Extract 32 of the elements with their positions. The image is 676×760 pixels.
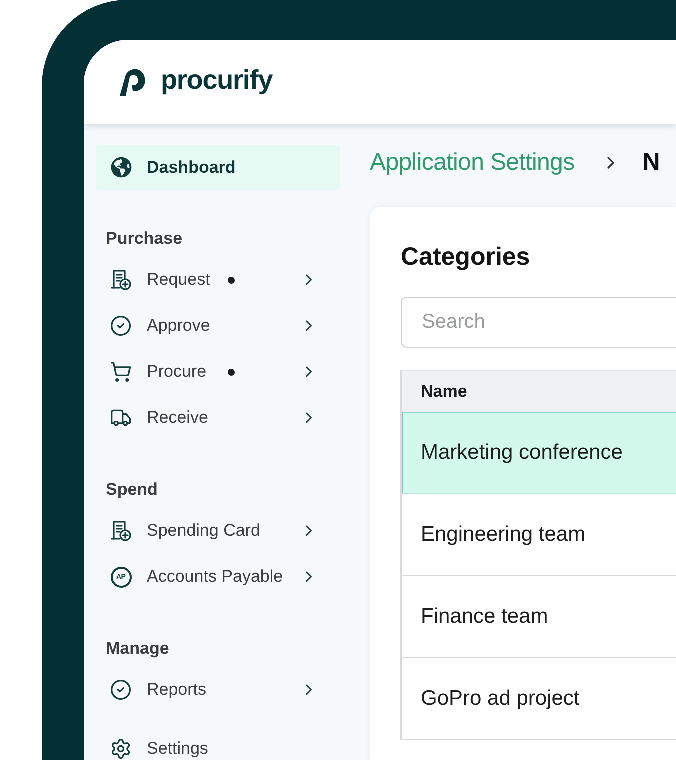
search-field[interactable]: Search bbox=[401, 297, 676, 348]
check-circle-icon bbox=[110, 315, 132, 337]
cart-icon bbox=[110, 361, 132, 383]
sidebar-item[interactable]: Approve bbox=[96, 303, 340, 349]
sidebar-item[interactable]: Reports bbox=[96, 667, 340, 713]
receipt-plus-icon bbox=[110, 520, 132, 542]
receipt-plus-icon bbox=[110, 269, 132, 291]
table-row[interactable]: Engineering team bbox=[402, 494, 676, 576]
section-heading: Manage bbox=[105, 638, 170, 660]
column-header: Name bbox=[402, 370, 676, 412]
truck-icon bbox=[110, 407, 132, 429]
card-title: Categories bbox=[401, 242, 532, 272]
sidebar-item[interactable]: Dashboard bbox=[96, 145, 340, 190]
globe-icon bbox=[110, 157, 132, 178]
section-heading: Spend bbox=[105, 479, 159, 501]
sidebar-item[interactable]: Procure bbox=[96, 349, 340, 395]
table-row[interactable]: Marketing conference bbox=[402, 412, 676, 494]
table-cell: Engineering team bbox=[421, 522, 586, 546]
section-heading: Purchase bbox=[105, 228, 184, 250]
sidebar-item[interactable]: Settings bbox=[96, 726, 340, 760]
table-cell: GoPro ad project bbox=[421, 686, 580, 710]
table-row[interactable]: GoPro ad project bbox=[402, 658, 676, 740]
table-cell: Marketing conference bbox=[421, 440, 623, 464]
table-row[interactable]: Finance team bbox=[402, 576, 676, 658]
sidebar-item[interactable]: Receive bbox=[96, 395, 340, 441]
check-circle-icon bbox=[110, 679, 132, 701]
logo-text: procurify bbox=[161, 65, 273, 95]
sidebar-item[interactable]: Request bbox=[96, 257, 340, 303]
breadcrumb-current: N bbox=[642, 149, 660, 177]
settings-icon bbox=[110, 738, 132, 760]
table-cell: Finance team bbox=[421, 604, 548, 628]
sidebar-item[interactable]: Spending Card bbox=[96, 508, 340, 554]
